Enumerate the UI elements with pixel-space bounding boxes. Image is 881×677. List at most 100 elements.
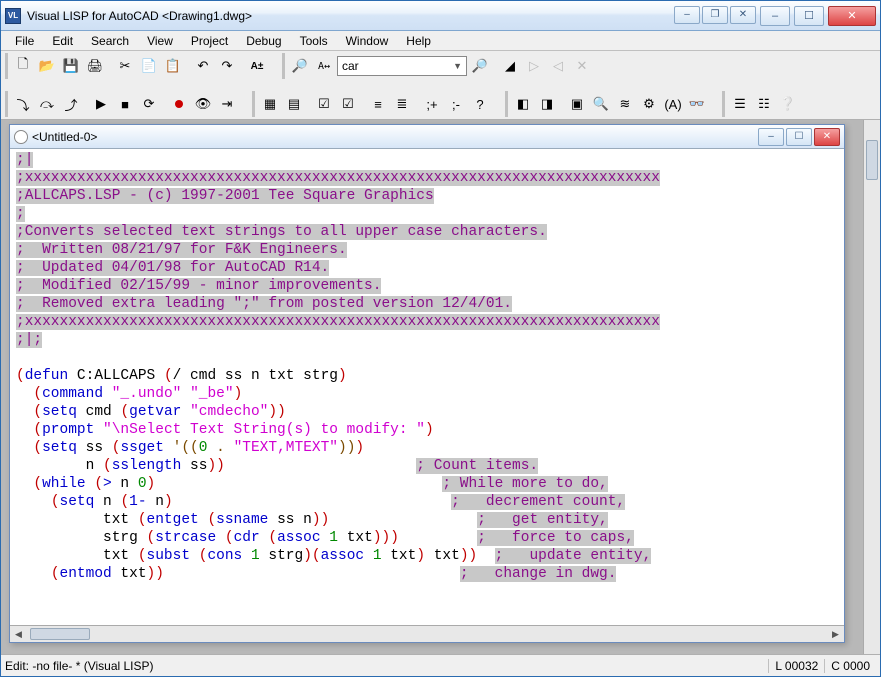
editor-doc-icon — [14, 130, 28, 144]
find-toolbar-icon[interactable]: 🔎 — [469, 55, 491, 77]
scroll-right-icon[interactable]: ▶ — [827, 626, 844, 642]
str: "TEXT,MTEXT" — [234, 440, 338, 456]
console-icon[interactable]: ▣ — [566, 93, 588, 115]
minimize-button[interactable]: – — [760, 6, 790, 26]
activate-autocad-icon[interactable]: ◧ — [512, 93, 534, 115]
breakpoint-icon[interactable] — [168, 93, 190, 115]
status-line: L 00032 — [768, 659, 824, 673]
code-comment: ; force to caps, — [477, 530, 634, 546]
comment-icon[interactable]: ;+ — [421, 93, 443, 115]
debug-toolbar: ⤵ ⤼ ⤴ ▶ ■ ⟳ 👁 ⇥ — [5, 91, 242, 117]
reset-icon[interactable]: ⟳ — [138, 93, 160, 115]
mdi-minimize-button[interactable]: – — [674, 6, 700, 24]
select-window-icon[interactable]: ◨ — [536, 93, 558, 115]
open-file-icon[interactable]: 📂 — [36, 55, 58, 77]
format-file-icon[interactable]: ≣ — [391, 93, 413, 115]
editor-minimize-button[interactable]: – — [758, 128, 784, 146]
code-comment: ;xxxxxxxxxxxxxxxxxxxxxxxxxxxxxxxxxxxxxxx… — [16, 314, 660, 330]
print-icon[interactable]: 🖨 — [84, 55, 106, 77]
menu-window[interactable]: Window — [338, 32, 397, 50]
title-right-group: – ❐ ✕ – ☐ ✕ — [674, 6, 876, 26]
str: "_.undo" — [112, 386, 182, 402]
editor-window: <Untitled-0> – ☐ ✕ ;| ;xxxxxxxxxxxxxxxxx… — [9, 124, 845, 643]
menu-tools[interactable]: Tools — [292, 32, 336, 50]
editor-body[interactable]: ;| ;xxxxxxxxxxxxxxxxxxxxxxxxxxxxxxxxxxxx… — [10, 149, 844, 625]
continue-icon[interactable]: ▶ — [90, 93, 112, 115]
new-file-icon[interactable]: 🗋 — [12, 55, 34, 77]
mdi-close-button[interactable]: ✕ — [730, 6, 756, 24]
trace-icon[interactable]: ≋ — [614, 93, 636, 115]
menu-help[interactable]: Help — [398, 32, 439, 50]
last-break-icon[interactable]: ⇥ — [216, 93, 238, 115]
menu-edit[interactable]: Edit — [44, 32, 81, 50]
mdi-v-scroll-thumb[interactable] — [866, 140, 878, 180]
watch-icon[interactable]: 👁 — [192, 93, 214, 115]
editor-h-scroll-thumb[interactable] — [30, 628, 90, 640]
step-out-icon[interactable]: ⤴ — [60, 93, 82, 115]
menu-view[interactable]: View — [139, 32, 181, 50]
bookmark-clear-icon[interactable]: ✕ — [571, 55, 593, 77]
menu-debug[interactable]: Debug — [238, 32, 289, 50]
help-context-icon[interactable]: ? — [469, 93, 491, 115]
watch-window-icon[interactable]: 👓 — [686, 93, 708, 115]
editor-title: <Untitled-0> — [32, 130, 758, 144]
editor-maximize-button[interactable]: ☐ — [786, 128, 812, 146]
options-icon[interactable]: ☷ — [753, 93, 775, 115]
search-combo[interactable]: car ▼ — [337, 56, 467, 76]
complete-word-icon[interactable]: A± — [246, 55, 268, 77]
close-button[interactable]: ✕ — [828, 6, 876, 26]
format-selection-icon[interactable]: ≡ — [367, 93, 389, 115]
menu-search[interactable]: Search — [83, 32, 137, 50]
replace-icon[interactable]: A↔ — [313, 55, 335, 77]
code-comment: ; While more to do, — [442, 476, 607, 492]
dropdown-icon[interactable]: ▼ — [453, 61, 462, 71]
paste-icon[interactable]: 📋 — [162, 55, 184, 77]
find-icon[interactable]: 🔎 — [289, 55, 311, 77]
kw-entmod: entmod — [60, 566, 112, 582]
inspect-icon[interactable]: 🔍 — [590, 93, 612, 115]
stop-icon[interactable]: ■ — [114, 93, 136, 115]
cut-icon[interactable]: ✂ — [114, 55, 136, 77]
code-comment: ; Written 08/21/97 for F&K Engineers. — [16, 242, 347, 258]
num: 0 — [138, 476, 147, 492]
paren: ( — [16, 368, 25, 384]
step-into-icon[interactable]: ⤵ — [12, 93, 34, 115]
maximize-button[interactable]: ☐ — [794, 6, 824, 26]
project-icon[interactable]: ☰ — [729, 93, 751, 115]
menu-file[interactable]: File — [7, 32, 42, 50]
code-area[interactable]: ;| ;xxxxxxxxxxxxxxxxxxxxxxxxxxxxxxxxxxxx… — [10, 149, 844, 585]
redo-icon[interactable]: ↷ — [216, 55, 238, 77]
check-file-icon[interactable]: ☑ — [337, 93, 359, 115]
save-icon[interactable]: 💾 — [60, 55, 82, 77]
bookmark-toggle-icon[interactable]: ◢ — [499, 55, 521, 77]
str: "cmdecho" — [190, 404, 268, 420]
undo-icon[interactable]: ↶ — [192, 55, 214, 77]
step-over-icon[interactable]: ⤼ — [36, 93, 58, 115]
copy-icon[interactable]: 📄 — [138, 55, 160, 77]
num: 1 — [329, 530, 338, 546]
load-selection-icon[interactable]: ▦ — [259, 93, 281, 115]
menu-project[interactable]: Project — [183, 32, 236, 50]
bookmark-prev-icon[interactable]: ◁ — [547, 55, 569, 77]
mdi-restore-button[interactable]: ❐ — [702, 6, 728, 24]
code-comment: ; get entity, — [477, 512, 608, 528]
check-selection-icon[interactable]: ☑ — [313, 93, 335, 115]
editor-titlebar[interactable]: <Untitled-0> – ☐ ✕ — [10, 125, 844, 149]
mdi-v-scrollbar[interactable] — [863, 120, 880, 654]
symbol-service-icon[interactable]: ⚙ — [638, 93, 660, 115]
editor-close-button[interactable]: ✕ — [814, 128, 840, 146]
bookmark-next-icon[interactable]: ▷ — [523, 55, 545, 77]
kw-assoc: assoc — [277, 530, 321, 546]
fn-args: / cmd ss n txt strg — [173, 368, 338, 384]
kw-assoc: assoc — [321, 548, 365, 564]
code-comment: ; Count items. — [416, 458, 538, 474]
scroll-left-icon[interactable]: ◀ — [10, 626, 27, 642]
code-comment: ; Removed extra leading ";" from posted … — [16, 296, 512, 312]
help-icon[interactable]: ❔ — [777, 93, 799, 115]
load-file-icon[interactable]: ▤ — [283, 93, 305, 115]
titlebar[interactable]: VL Visual LISP for AutoCAD <Drawing1.dwg… — [1, 1, 880, 31]
apropos-icon[interactable]: (A) — [662, 93, 684, 115]
uncomment-icon[interactable]: ;- — [445, 93, 467, 115]
editor-h-scrollbar[interactable]: ◀ ▶ — [10, 625, 844, 642]
kw-ssget: ssget — [120, 440, 164, 456]
